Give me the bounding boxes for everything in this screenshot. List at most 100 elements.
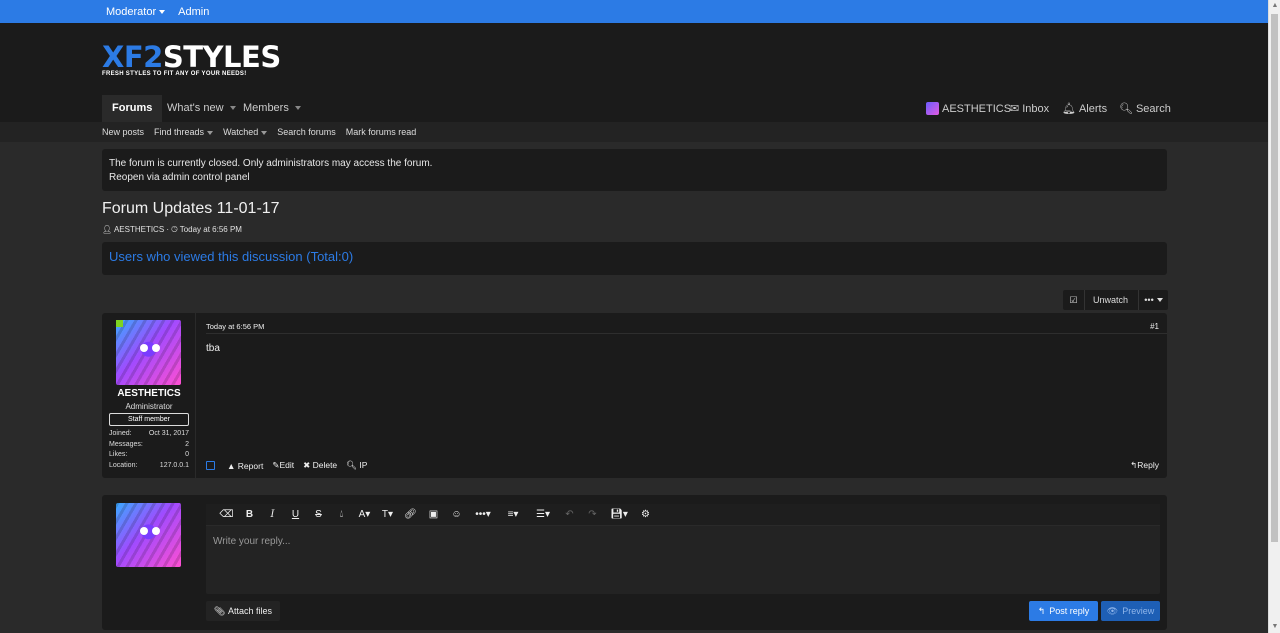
bold-icon[interactable]: B [238, 509, 261, 520]
post-user-panel: AESTHETICS Administrator Staff member Jo… [102, 313, 196, 478]
viewers-block: Users who viewed this discussion (Total:… [102, 242, 1167, 275]
scroll-up-icon[interactable]: ▲ [1269, 0, 1280, 12]
moderator-label: Moderator [106, 5, 157, 18]
scroll-down-icon[interactable]: ▼ [1269, 621, 1280, 633]
italic-icon[interactable]: I [261, 509, 284, 520]
ip-button[interactable]: 🔍︎ IP [346, 460, 367, 471]
eye-icon: 👁︎ [1106, 605, 1119, 616]
account-name: AESTHETICS [942, 102, 1012, 115]
subnav-watched[interactable]: Watched [223, 127, 268, 137]
search-label: Search [1135, 102, 1171, 115]
select-post-checkbox[interactable] [206, 461, 215, 470]
main-nav: Forums What's new Members AESTHETICS ✉ In… [0, 95, 1268, 122]
thread-author[interactable]: AESTHETICS [114, 225, 164, 234]
staff-bar: Moderator Admin [0, 0, 1268, 23]
checkbox-icon[interactable]: ☑ [1063, 290, 1085, 310]
stat-label: Location: [109, 461, 138, 469]
editor-toolbar: ⌫ B I U S 💧︎ A▾ T▾ 🔗︎ ▣ ☺ •••▾ ≡▾ ☰▾ ↶ ↷… [206, 504, 1160, 526]
page: Moderator Admin XF2STYLES FRESH STYLES T… [0, 0, 1268, 633]
avatar-eye-left [140, 527, 148, 535]
save-draft-icon[interactable]: 💾︎▾ [604, 509, 634, 520]
reply-editor: ⌫ B I U S 💧︎ A▾ T▾ 🔗︎ ▣ ☺ •••▾ ≡▾ ☰▾ ↶ ↷… [206, 504, 1160, 594]
redo-icon[interactable]: ↷ [581, 509, 604, 520]
moderator-menu[interactable]: Moderator [106, 5, 166, 18]
post-reply-label: Post reply [1049, 606, 1090, 616]
stat-messages: Messages: 2 [109, 440, 189, 451]
scrollbar[interactable]: ▲ ▼ [1268, 0, 1280, 633]
subnav-find-threads-label: Find threads [154, 127, 205, 137]
chevron-down-icon[interactable] [294, 106, 301, 111]
tab-members[interactable]: Members [243, 95, 301, 122]
post-date[interactable]: Today at 6:56 PM [206, 322, 264, 331]
unwatch-button[interactable]: Unwatch [1085, 290, 1140, 310]
reply-button[interactable]: ↰Reply [1130, 460, 1159, 471]
quick-reply: ⌫ B I U S 💧︎ A▾ T▾ 🔗︎ ▣ ☺ •••▾ ≡▾ ☰▾ ↶ ↷… [102, 495, 1167, 630]
close-icon: ✖ [303, 460, 311, 470]
post-username[interactable]: AESTHETICS [102, 388, 196, 399]
font-size-icon[interactable]: T▾ [376, 509, 399, 520]
tab-whats-new[interactable]: What's new [167, 95, 236, 122]
subnav-new-posts[interactable]: New posts [102, 127, 144, 137]
underline-icon[interactable]: U [284, 509, 307, 520]
tab-forums[interactable]: Forums [102, 95, 163, 122]
reply-input[interactable]: Write your reply... [213, 536, 290, 547]
unwatch-label: Unwatch [1093, 295, 1129, 305]
avatar-eye-left [140, 344, 148, 352]
alerts-link[interactable]: 🔔︎ Alerts [1062, 95, 1107, 122]
image-icon[interactable]: ▣ [422, 509, 445, 520]
account-link[interactable]: AESTHETICS [926, 95, 1011, 122]
more-options-button[interactable]: ••• [1139, 290, 1168, 310]
subnav-search-forums[interactable]: Search forums [277, 127, 336, 137]
edit-button[interactable]: ✎Edit [272, 460, 294, 471]
align-icon[interactable]: ≡▾ [498, 509, 528, 520]
font-family-icon[interactable]: A▾ [353, 509, 376, 520]
chevron-down-icon [207, 130, 214, 135]
avatar-eye-right [152, 344, 160, 352]
divider [206, 333, 1167, 334]
chevron-down-icon[interactable] [229, 106, 236, 111]
inbox-link[interactable]: ✉ Inbox [1010, 95, 1049, 122]
notice-line-1: The forum is currently closed. Only admi… [109, 158, 433, 169]
envelope-icon: ✉ [1010, 103, 1020, 115]
smiley-icon[interactable]: ☺ [445, 509, 468, 520]
stat-value: 0 [185, 451, 189, 458]
warning-icon: ▲ [227, 460, 236, 471]
report-button[interactable]: ▲ Report [227, 461, 263, 471]
strikethrough-icon[interactable]: S [307, 509, 330, 520]
subnav-mark-read[interactable]: Mark forums read [346, 127, 417, 137]
admin-link[interactable]: Admin [178, 6, 209, 18]
more-icon[interactable]: •••▾ [468, 509, 498, 520]
page-title: Forum Updates 11-01-17 [102, 200, 280, 217]
avatar[interactable] [116, 503, 181, 567]
search-link[interactable]: 🔍︎ Search [1119, 95, 1171, 122]
scrollbar-thumb[interactable] [1271, 14, 1278, 542]
post-body: tba [206, 343, 220, 354]
chevron-down-icon [159, 9, 166, 14]
stat-value: 2 [185, 440, 189, 448]
eraser-icon[interactable]: ⌫ [215, 509, 238, 520]
gear-icon[interactable]: ⚙ [634, 509, 657, 520]
sub-nav: New posts Find threads Watched Search fo… [0, 122, 1268, 142]
attach-files-button[interactable]: 📎︎ Attach files [206, 601, 280, 621]
stat-value: 127.0.0.1 [159, 461, 189, 469]
clock-icon: 🕒︎ [171, 225, 178, 234]
link-icon[interactable]: 🔗︎ [399, 509, 422, 520]
delete-button[interactable]: ✖ Delete [303, 460, 337, 471]
post-number[interactable]: #1 [1150, 322, 1159, 331]
undo-icon[interactable]: ↶ [558, 509, 581, 520]
tab-members-label: Members [243, 102, 289, 114]
tab-forums-label: Forums [112, 102, 153, 114]
color-icon[interactable]: 💧︎ [330, 509, 353, 520]
subnav-find-threads[interactable]: Find threads [154, 127, 214, 137]
avatar[interactable] [116, 320, 181, 385]
viewers-link[interactable]: Users who viewed this discussion (Total:… [109, 249, 353, 264]
post-reply-button[interactable]: ↰ Post reply [1029, 601, 1098, 621]
stat-joined: Joined: Oct 31, 2017 [109, 429, 189, 440]
stat-label: Messages: [109, 440, 143, 448]
user-icon: 👤︎ [102, 225, 113, 234]
preview-button[interactable]: 👁︎ Preview [1101, 601, 1160, 621]
logo[interactable]: XF2STYLES FRESH STYLES TO FIT ANY OF YOU… [102, 42, 281, 77]
thread-date[interactable]: Today at 6:56 PM [180, 225, 242, 234]
preview-label: Preview [1122, 606, 1155, 616]
list-icon[interactable]: ☰▾ [528, 509, 558, 520]
